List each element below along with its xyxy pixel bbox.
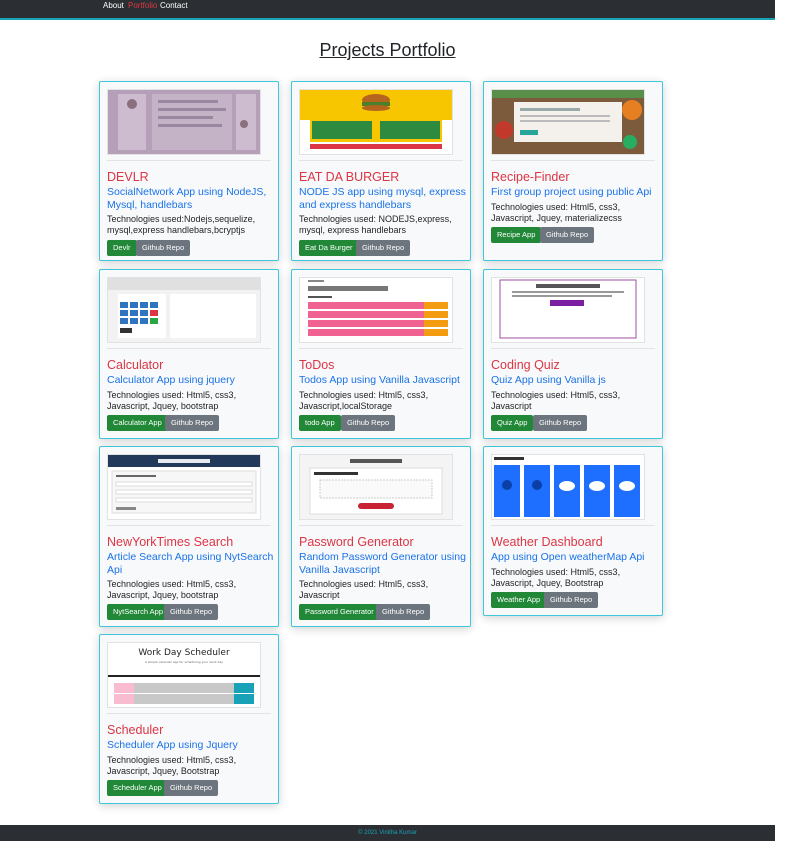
- project-subtitle: Quiz App using Vanilla js: [491, 374, 606, 386]
- project-subtitle: App using Open weatherMap Api: [491, 551, 645, 563]
- navbar: About Portfolio Contact: [0, 0, 775, 20]
- project-screenshot[interactable]: [491, 277, 645, 343]
- card-divider: [299, 525, 463, 526]
- card-divider: [107, 348, 271, 349]
- project-title: NewYorkTimes Search: [107, 535, 234, 549]
- nav-link-portfolio[interactable]: Portfolio: [128, 1, 157, 10]
- project-title: DEVLR: [107, 170, 149, 184]
- github-repo-button[interactable]: Github Repo: [164, 604, 219, 620]
- github-repo-button[interactable]: Github Repo: [544, 592, 599, 608]
- card-divider: [107, 713, 271, 714]
- project-card-nyt-search: NewYorkTimes Search Article Search App u…: [99, 446, 279, 627]
- project-title: Scheduler: [107, 723, 164, 737]
- github-repo-button[interactable]: Github Repo: [164, 780, 219, 796]
- project-technologies: Technologies used: Html5, css3, Javascri…: [491, 567, 621, 588]
- project-screenshot[interactable]: [299, 89, 453, 155]
- github-repo-button[interactable]: Github Repo: [356, 240, 411, 256]
- project-screenshot[interactable]: [491, 89, 645, 155]
- project-technologies: Technologies used: Html5, css3, Javascri…: [299, 579, 429, 600]
- nav-link-contact[interactable]: Contact: [160, 1, 188, 10]
- page-title: Projects Portfolio: [319, 40, 456, 60]
- card-divider: [107, 525, 271, 526]
- app-button[interactable]: Recipe App: [491, 227, 542, 243]
- project-title: Calculator: [107, 358, 164, 372]
- project-technologies: Technologies used: Html5, css3, Javascri…: [107, 579, 237, 600]
- project-subtitle: Random Password Generator using Vanilla …: [299, 551, 466, 576]
- card-divider: [299, 160, 463, 161]
- github-repo-button[interactable]: Github Repo: [540, 227, 595, 243]
- scheduler-thumb-caption: A simple calendar app for scheduling you…: [145, 660, 223, 664]
- project-screenshot[interactable]: [107, 277, 261, 343]
- card-divider: [299, 348, 463, 349]
- card-divider: [491, 348, 655, 349]
- github-repo-button[interactable]: Github Repo: [533, 415, 588, 431]
- app-button[interactable]: Eat Da Burger: [299, 240, 359, 256]
- project-screenshot[interactable]: [107, 89, 261, 155]
- app-button[interactable]: Weather App: [491, 592, 547, 608]
- app-button[interactable]: Scheduler App: [107, 780, 168, 796]
- project-technologies: Technologies used: Html5, css3, Javascri…: [491, 390, 621, 411]
- app-button[interactable]: Calculator App: [107, 415, 168, 431]
- project-title: Password Generator: [299, 535, 414, 549]
- project-screenshot[interactable]: [107, 454, 261, 520]
- project-subtitle: Article Search App using NytSearch Api: [107, 551, 274, 576]
- project-subtitle: Calculator App using jquery: [107, 374, 235, 386]
- app-button[interactable]: NytSearch App: [107, 604, 170, 620]
- project-card-scheduler: Work Day Scheduler A simple calendar app…: [99, 634, 279, 804]
- project-title: EAT DA BURGER: [299, 170, 400, 184]
- project-screenshot[interactable]: [299, 454, 453, 520]
- scheduler-thumb-heading: Work Day Scheduler: [138, 648, 230, 658]
- nav-link-about[interactable]: About: [103, 1, 124, 10]
- project-subtitle: NODE JS app using mysql, express and exp…: [299, 186, 466, 211]
- project-technologies: Technologies used: Html5, css3, Javascri…: [107, 755, 237, 776]
- footer-copyright: © 2021 Vinitha Kumar: [358, 830, 417, 836]
- project-technologies: Technologies used: NODEJS,express, mysql…: [299, 214, 452, 235]
- card-divider: [107, 160, 271, 161]
- project-title: Recipe-Finder: [491, 170, 570, 184]
- project-technologies: Technologies used: Html5, css3, Javascri…: [299, 390, 429, 411]
- project-card-calculator: Calculator Calculator App using jquery T…: [99, 269, 279, 439]
- project-title: Coding Quiz: [491, 358, 560, 372]
- project-technologies: Technologies used: Html5, css3, Javascri…: [107, 390, 237, 411]
- project-card-todos: ToDos Todos App using Vanilla Javascript…: [291, 269, 471, 439]
- github-repo-button[interactable]: Github Repo: [165, 415, 220, 431]
- project-title: ToDos: [299, 358, 335, 372]
- project-screenshot[interactable]: Work Day Scheduler A simple calendar app…: [107, 642, 261, 708]
- github-repo-button[interactable]: Github Repo: [341, 415, 396, 431]
- project-card-password-generator: Password Generator Random Password Gener…: [291, 446, 471, 627]
- app-button[interactable]: Devlr: [107, 240, 137, 256]
- app-button[interactable]: todo App: [299, 415, 341, 431]
- project-card-recipe-finder: Recipe-Finder First group project using …: [483, 81, 663, 261]
- project-card-weather-dashboard: Weather Dashboard App using Open weather…: [483, 446, 663, 616]
- card-divider: [491, 525, 655, 526]
- project-card-coding-quiz: Coding Quiz Quiz App using Vanilla js Te…: [483, 269, 663, 439]
- project-card-devlr: DEVLR SocialNetwork App using NodeJS, My…: [99, 81, 279, 261]
- project-screenshot[interactable]: [491, 454, 645, 520]
- project-screenshot[interactable]: [299, 277, 453, 343]
- project-subtitle: First group project using public Api: [491, 186, 652, 198]
- github-repo-button[interactable]: Github Repo: [376, 604, 431, 620]
- project-technologies: Technologies used:Nodejs,sequelize, mysq…: [107, 214, 256, 235]
- project-technologies: Technologies used: Html5, css3, Javascri…: [491, 202, 622, 223]
- footer: © 2021 Vinitha Kumar: [0, 825, 775, 841]
- project-card-eat-da-burger: EAT DA BURGER NODE JS app using mysql, e…: [291, 81, 471, 261]
- project-subtitle: Todos App using Vanilla Javascript: [299, 374, 460, 386]
- card-divider: [491, 160, 655, 161]
- project-subtitle: SocialNetwork App using NodeJS, Mysql, h…: [107, 186, 267, 211]
- project-title: Weather Dashboard: [491, 535, 603, 549]
- github-repo-button[interactable]: Github Repo: [136, 240, 191, 256]
- app-button[interactable]: Password Generator: [299, 604, 380, 620]
- app-button[interactable]: Quiz App: [491, 415, 534, 431]
- project-subtitle: Scheduler App using Jquery: [107, 739, 238, 751]
